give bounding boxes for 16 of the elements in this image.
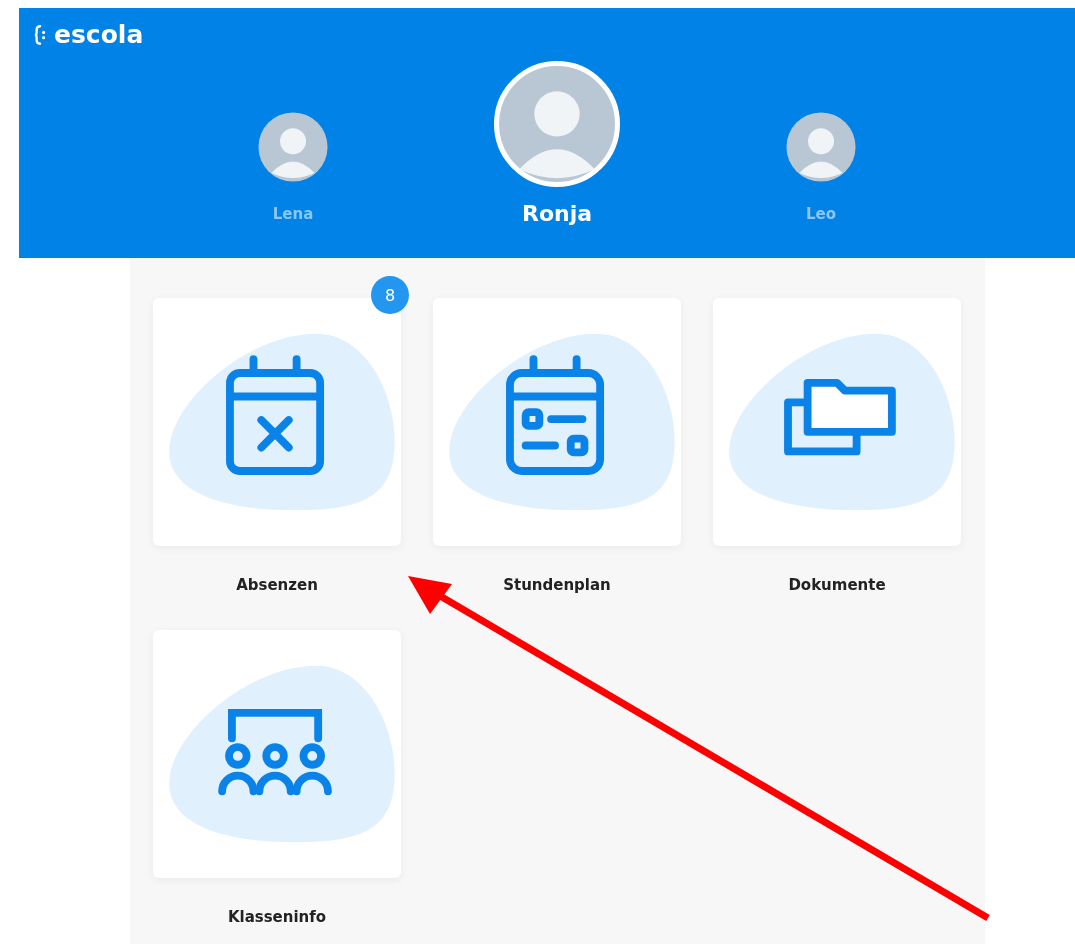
tile-label: Absenzen	[236, 576, 318, 594]
tile-label: Stundenplan	[503, 576, 611, 594]
child-name[interactable]: Ronja	[521, 201, 593, 226]
tile-button[interactable]	[433, 298, 681, 546]
child-name[interactable]: Lena	[272, 205, 314, 223]
logo-icon	[34, 23, 48, 46]
avatar-icon[interactable]	[257, 111, 329, 183]
avatar-icon[interactable]	[494, 61, 620, 187]
tile-label: Dokumente	[788, 576, 886, 594]
tile-label: Klasseninfo	[227, 908, 327, 926]
child-name[interactable]: Leo	[805, 205, 836, 223]
count-badge: 8	[371, 276, 409, 314]
tile-button[interactable]	[713, 298, 961, 546]
tile-button[interactable]	[153, 630, 401, 878]
logo-text: escola	[54, 22, 144, 47]
avatar-icon[interactable]	[785, 111, 857, 183]
